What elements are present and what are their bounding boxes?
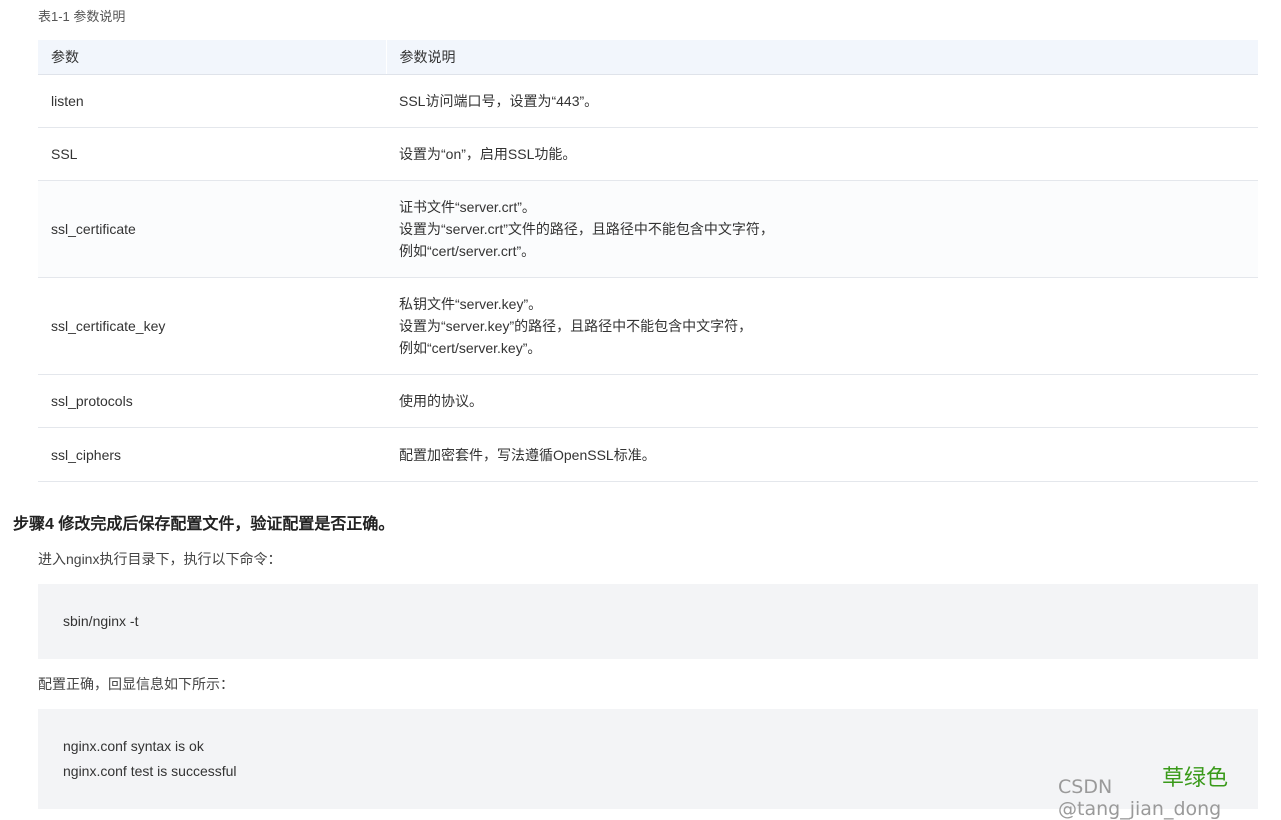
command-code-block[interactable]: sbin/nginx -t bbox=[38, 584, 1258, 659]
table-row: ssl_ciphers 配置加密套件，写法遵循OpenSSL标准。 bbox=[38, 427, 1258, 482]
description-line: 例如“cert/server.crt”。 bbox=[399, 243, 536, 259]
watermark: CSDN @tang_jian_dong bbox=[1058, 776, 1222, 820]
table-header-row: 参数 参数说明 bbox=[38, 40, 1258, 75]
step-heading: 步骤4 修改完成后保存配置文件，验证配置是否正确。 bbox=[13, 516, 395, 533]
table-caption: 表1-1 参数说明 bbox=[38, 9, 126, 24]
description-line: 私钥文件“server.key”。 bbox=[399, 296, 543, 312]
description-line: 证书文件“server.crt”。 bbox=[399, 199, 536, 215]
description-line: SSL访问端口号，设置为“443”。 bbox=[399, 93, 599, 109]
param-name: listen bbox=[38, 74, 386, 128]
header-description: 参数说明 bbox=[386, 40, 1258, 75]
param-description: 私钥文件“server.key”。 设置为“server.key”的路径，且路径… bbox=[386, 277, 1258, 375]
param-name: SSL bbox=[38, 127, 386, 181]
param-name: ssl_protocols bbox=[38, 374, 386, 428]
table-row: ssl_certificate 证书文件“server.crt”。 设置为“se… bbox=[38, 180, 1258, 278]
param-description: 设置为“on”，启用SSL功能。 bbox=[386, 127, 1258, 181]
description-line: 使用的协议。 bbox=[399, 393, 483, 409]
description-line: 配置加密套件，写法遵循OpenSSL标准。 bbox=[399, 446, 656, 463]
instruction-text: 配置正确，回显信息如下所示： bbox=[38, 676, 234, 692]
table-row: ssl_certificate_key 私钥文件“server.key”。 设置… bbox=[38, 277, 1258, 375]
param-description: 证书文件“server.crt”。 设置为“server.crt”文件的路径，且… bbox=[386, 180, 1258, 278]
description-line: 设置为“server.key”的路径，且路径中不能包含中文字符， bbox=[399, 318, 753, 334]
description-line: 设置为“on”，启用SSL功能。 bbox=[399, 146, 577, 162]
parameter-table: 参数 参数说明 listen SSL访问端口号，设置为“443”。 SSL 设置… bbox=[38, 40, 1258, 482]
instruction-text: 进入nginx执行目录下，执行以下命令： bbox=[38, 551, 282, 567]
description-line: 例如“cert/server.key”。 bbox=[399, 340, 542, 356]
param-description: 配置加密套件，写法遵循OpenSSL标准。 bbox=[386, 427, 1258, 482]
command-line: sbin/nginx -t bbox=[63, 613, 139, 629]
header-param: 参数 bbox=[38, 40, 387, 75]
description-line: 设置为“server.crt”文件的路径，且路径中不能包含中文字符， bbox=[399, 221, 774, 237]
output-line: nginx.conf test is successful bbox=[63, 763, 237, 779]
param-description: 使用的协议。 bbox=[386, 374, 1258, 428]
output-line: nginx.conf syntax is ok bbox=[63, 738, 204, 754]
param-name: ssl_certificate_key bbox=[38, 277, 386, 375]
table-row: SSL 设置为“on”，启用SSL功能。 bbox=[38, 127, 1258, 181]
table-row: ssl_protocols 使用的协议。 bbox=[38, 374, 1258, 428]
param-name: ssl_certificate bbox=[38, 180, 386, 278]
param-name: ssl_ciphers bbox=[38, 427, 386, 482]
table-row: listen SSL访问端口号，设置为“443”。 bbox=[38, 74, 1258, 128]
param-description: SSL访问端口号，设置为“443”。 bbox=[386, 74, 1258, 128]
